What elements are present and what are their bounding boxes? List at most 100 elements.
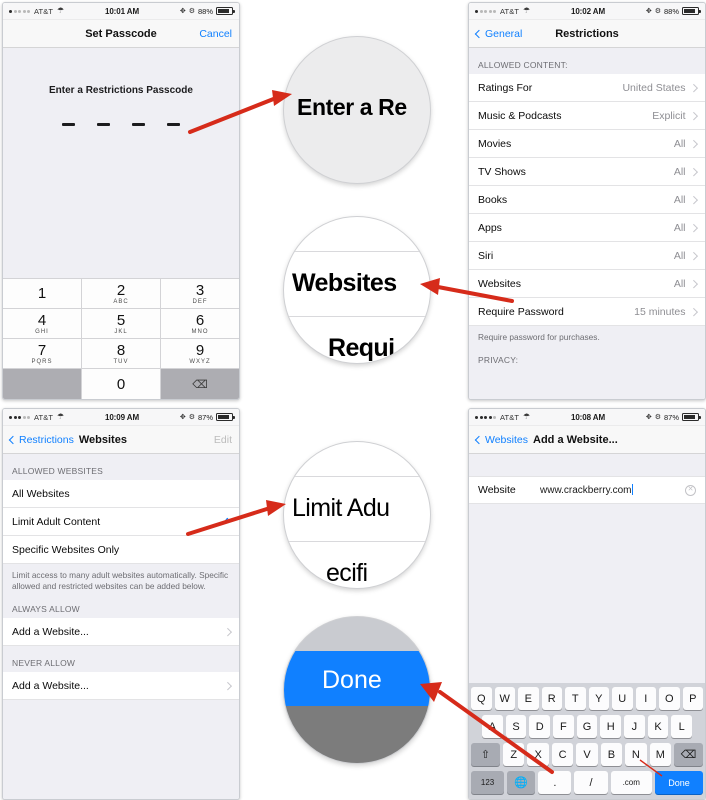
keypad-delete-key[interactable]: ⌫	[161, 369, 239, 399]
keypad-row: 0 ⌫	[3, 369, 239, 399]
table-row[interactable]: Require Password 15 minutes	[469, 298, 705, 326]
key-x[interactable]: X	[527, 743, 549, 766]
key-q[interactable]: Q	[471, 687, 492, 710]
keypad-key-6[interactable]: 6 MNO	[161, 309, 239, 339]
key-number: 8	[116, 341, 126, 359]
key-o[interactable]: O	[659, 687, 680, 710]
cancel-button[interactable]: Cancel	[199, 28, 232, 40]
nav-bar: Websites Add a Website...	[469, 426, 705, 454]
add-website-never-allow-row[interactable]: Add a Website...	[3, 672, 239, 701]
option-row-specific-websites-only[interactable]: Specific Websites Only	[3, 536, 239, 564]
website-input[interactable]: www.crackberry.com	[540, 484, 685, 496]
backspace-key[interactable]: ⌫	[674, 743, 703, 766]
keypad-key-5[interactable]: 5 JKL	[82, 309, 161, 339]
website-field-row[interactable]: Website www.crackberry.com ✕	[469, 476, 705, 504]
keypad-key-1[interactable]: 1	[3, 279, 82, 309]
key-t[interactable]: T	[565, 687, 586, 710]
chevron-right-icon	[689, 111, 698, 120]
keypad-key-9[interactable]: 9 WXYZ	[161, 339, 239, 369]
key-number: 3	[195, 281, 205, 299]
key-g[interactable]: G	[576, 715, 598, 738]
back-button-websites[interactable]: Websites	[474, 434, 528, 446]
battery-percent: 87%	[663, 412, 679, 422]
chevron-right-icon	[689, 307, 698, 316]
battery-icon	[682, 7, 701, 15]
option-row-limit-adult-content[interactable]: Limit Adult Content ✓	[3, 508, 239, 536]
key-e[interactable]: E	[518, 687, 539, 710]
keypad-key-0[interactable]: 0	[82, 369, 161, 399]
key-s[interactable]: S	[505, 715, 527, 738]
location-icon: ✥	[645, 8, 652, 15]
keyboard-row-3: ⇧ Z X C V B N M ⌫	[471, 743, 703, 766]
text-caret	[631, 484, 633, 495]
status-left: AT&T ☂	[475, 413, 530, 422]
table-row[interactable]: Books All	[469, 186, 705, 214]
table-row[interactable]: Apps All	[469, 214, 705, 242]
battery-icon	[216, 7, 235, 15]
option-row-all-websites[interactable]: All Websites	[3, 480, 239, 508]
table-row[interactable]: TV Shows All	[469, 158, 705, 186]
key-u[interactable]: U	[612, 687, 633, 710]
website-field-label: Website	[478, 484, 516, 496]
key-m[interactable]: M	[649, 743, 672, 766]
numeric-keypad[interactable]: 1 2 ABC 3 DEF 4 GHI 5 JKL 6 MNO 7 PQRS 8…	[3, 278, 239, 399]
key-a[interactable]: A	[481, 715, 503, 738]
table-row[interactable]: Movies All	[469, 130, 705, 158]
keypad-key-7[interactable]: 7 PQRS	[3, 339, 82, 369]
globe-icon[interactable]: 🌐	[507, 771, 536, 794]
back-button-general[interactable]: General	[474, 28, 522, 40]
battery-icon	[216, 413, 235, 421]
key-n[interactable]: N	[625, 743, 647, 766]
key-k[interactable]: K	[647, 715, 669, 738]
keypad-key-2[interactable]: 2 ABC	[82, 279, 161, 309]
key-v[interactable]: V	[576, 743, 598, 766]
section-header-never-allow: NEVER ALLOW	[12, 658, 76, 669]
page-title: Add a Website...	[533, 433, 618, 446]
keypad-key-3[interactable]: 3 DEF	[161, 279, 239, 309]
numbers-key[interactable]: 123	[471, 771, 505, 794]
period-key[interactable]: .	[538, 771, 572, 794]
table-row[interactable]: Siri All	[469, 242, 705, 270]
key-z[interactable]: Z	[502, 743, 525, 766]
table-row[interactable]: Music & Podcasts Explicit	[469, 102, 705, 130]
key-b[interactable]: B	[600, 743, 623, 766]
key-h[interactable]: H	[600, 715, 622, 738]
shift-key[interactable]: ⇧	[471, 743, 500, 766]
row-value: All	[673, 137, 686, 150]
key-i[interactable]: I	[635, 687, 656, 710]
done-key[interactable]: Done	[654, 771, 703, 794]
key-f[interactable]: F	[553, 715, 574, 738]
key-y[interactable]: Y	[588, 687, 609, 710]
key-r[interactable]: R	[541, 687, 562, 710]
table-row[interactable]: Ratings For United States	[469, 74, 705, 102]
dotcom-key[interactable]: .com	[610, 771, 652, 794]
key-w[interactable]: W	[494, 687, 515, 710]
on-screen-keyboard[interactable]: Q W E R T Y U I O P A S D F G H J K L ⇧ …	[469, 683, 705, 799]
keypad-key-8[interactable]: 8 TUV	[82, 339, 161, 369]
keypad-key-4[interactable]: 4 GHI	[3, 309, 82, 339]
table-row-websites[interactable]: Websites All	[469, 270, 705, 298]
keypad-row: 1 2 ABC 3 DEF	[3, 279, 239, 309]
key-p[interactable]: P	[682, 687, 703, 710]
magnifier-content: Websites Requi	[284, 217, 430, 363]
websites-list: ALLOWED WEBSITES All Websites Limit Adul…	[3, 454, 239, 799]
key-j[interactable]: J	[624, 715, 645, 738]
row-label: Require Password	[478, 305, 564, 318]
status-right: ✥ ⚙ 87%	[646, 412, 701, 422]
keypad-row: 7 PQRS 8 TUV 9 WXYZ	[3, 339, 239, 369]
key-l[interactable]: L	[671, 715, 693, 738]
back-button-restrictions[interactable]: Restrictions	[8, 434, 74, 446]
carrier-label: AT&T	[34, 412, 54, 422]
clear-icon[interactable]: ✕	[685, 484, 696, 496]
slash-key[interactable]: /	[574, 771, 608, 794]
row-label: Ratings For	[478, 81, 533, 94]
status-left: AT&T ☂	[475, 7, 530, 16]
magnifier-websites-row: Websites Requi	[283, 216, 431, 364]
key-d[interactable]: D	[529, 715, 550, 738]
key-letters: JKL	[114, 328, 128, 335]
edit-button[interactable]: Edit	[214, 434, 232, 446]
add-website-always-allow-row[interactable]: Add a Website...	[3, 618, 239, 647]
key-number: 2	[116, 281, 126, 299]
row-value: All	[673, 193, 686, 206]
key-c[interactable]: C	[551, 743, 574, 766]
